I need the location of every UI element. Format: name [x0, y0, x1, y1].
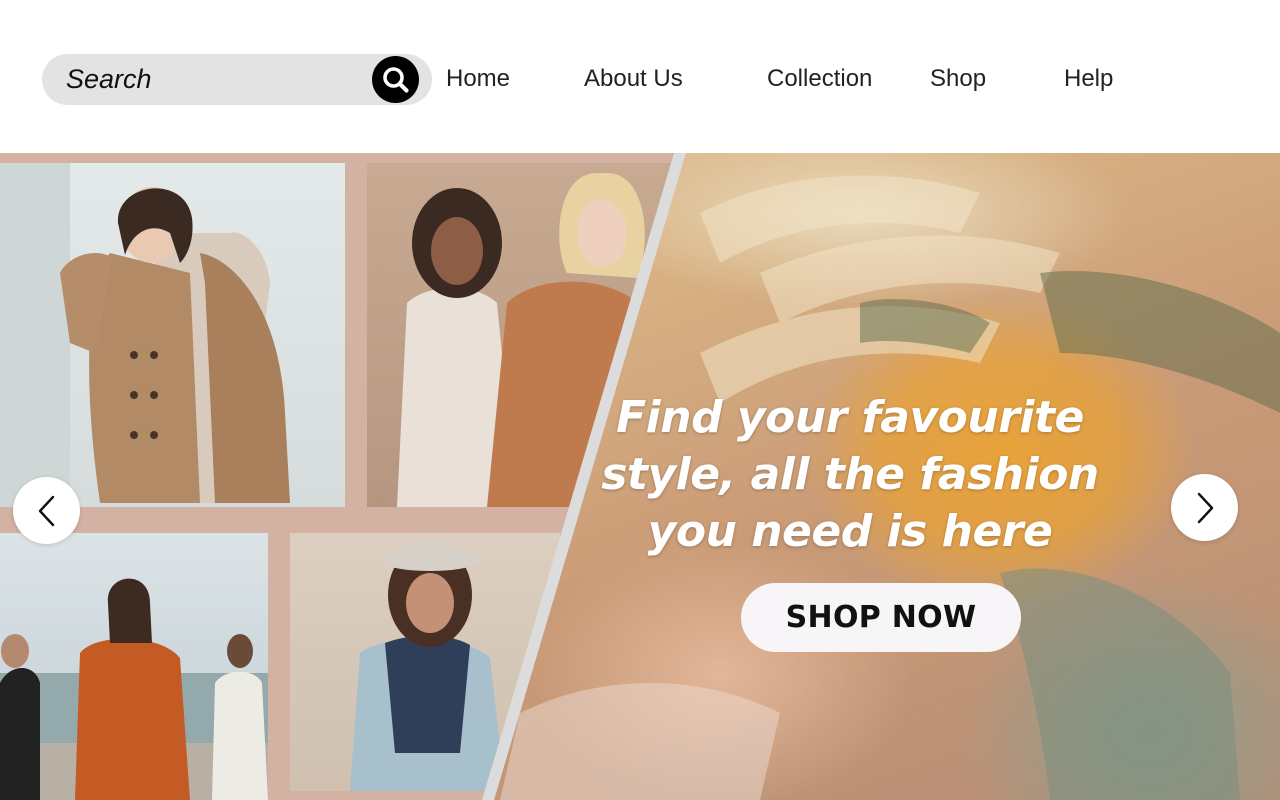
chevron-right-icon — [1197, 492, 1213, 523]
hero-banner: Find your favourite style, all the fashi… — [0, 153, 1280, 800]
woman-in-trench-coat-photo — [0, 163, 345, 507]
carousel-prev-button[interactable] — [13, 477, 80, 544]
shop-now-button[interactable]: SHOP NOW — [741, 583, 1021, 652]
search-input[interactable] — [66, 54, 386, 105]
group-by-the-sea-photo — [0, 533, 268, 800]
nav-collection[interactable]: Collection — [767, 62, 872, 96]
headline-line: Find your favourite — [616, 392, 1084, 443]
search-button[interactable] — [372, 56, 419, 103]
search-bar — [42, 54, 432, 105]
nav-shop[interactable]: Shop — [930, 62, 986, 96]
headline-line: you need is here — [647, 506, 1053, 557]
chevron-left-icon — [38, 495, 54, 526]
nav-home[interactable]: Home — [446, 62, 510, 96]
hero-headline: Find your favourite style, all the fashi… — [560, 389, 1140, 560]
nav-help[interactable]: Help — [1064, 62, 1113, 96]
site-header: Home About Us Collection Shop Help — [0, 0, 1280, 153]
carousel-next-button[interactable] — [1171, 474, 1238, 541]
search-icon — [382, 66, 409, 93]
nav-about-us[interactable]: About Us — [584, 62, 683, 96]
headline-line: style, all the fashion — [601, 449, 1099, 500]
